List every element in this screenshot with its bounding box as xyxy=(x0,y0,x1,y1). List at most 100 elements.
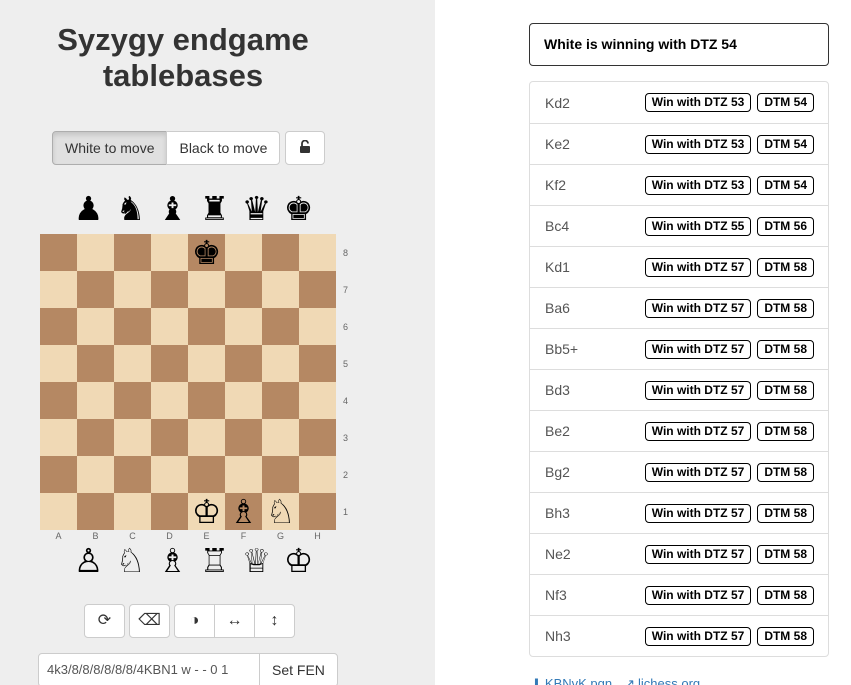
square-b1[interactable] xyxy=(77,493,114,530)
move-row[interactable]: Nh3 Win with DTZ 57 DTM 58 xyxy=(530,615,828,656)
move-row[interactable]: Bh3 Win with DTZ 57 DTM 58 xyxy=(530,492,828,533)
square-h7[interactable] xyxy=(299,271,336,308)
square-d1[interactable] xyxy=(151,493,188,530)
square-f2[interactable] xyxy=(225,456,262,493)
white-king-icon[interactable]: ♔ xyxy=(188,493,225,530)
square-b5[interactable] xyxy=(77,345,114,382)
white-bishop-icon[interactable]: ♗ xyxy=(225,493,262,530)
square-a3[interactable] xyxy=(40,419,77,456)
square-b6[interactable] xyxy=(77,308,114,345)
move-row[interactable]: Nf3 Win with DTZ 57 DTM 58 xyxy=(530,574,828,615)
square-e5[interactable] xyxy=(188,345,225,382)
white-to-move-button[interactable]: White to move xyxy=(52,131,168,165)
fen-input[interactable]: 4k3/8/8/8/8/8/8/4KBN1 w - - 0 1 xyxy=(38,653,260,685)
square-b7[interactable] xyxy=(77,271,114,308)
square-c7[interactable] xyxy=(114,271,151,308)
square-g7[interactable] xyxy=(262,271,299,308)
square-e1[interactable]: ♔ xyxy=(188,493,225,530)
move-row[interactable]: Ba6 Win with DTZ 57 DTM 58 xyxy=(530,287,828,328)
square-g1[interactable]: ♘ xyxy=(262,493,299,530)
square-a1[interactable] xyxy=(40,493,77,530)
square-d7[interactable] xyxy=(151,271,188,308)
square-e7[interactable] xyxy=(188,271,225,308)
move-row[interactable]: Ne2 Win with DTZ 57 DTM 58 xyxy=(530,533,828,574)
square-c2[interactable] xyxy=(114,456,151,493)
spare-white-king-icon[interactable]: ♔ xyxy=(280,542,317,579)
square-g3[interactable] xyxy=(262,419,299,456)
square-h3[interactable] xyxy=(299,419,336,456)
square-e8[interactable]: ♚ xyxy=(188,234,225,271)
white-knight-icon[interactable]: ♘ xyxy=(262,493,299,530)
black-king-icon[interactable]: ♚ xyxy=(188,234,225,271)
square-f4[interactable] xyxy=(225,382,262,419)
square-e4[interactable] xyxy=(188,382,225,419)
move-row[interactable]: Bb5+ Win with DTZ 57 DTM 58 xyxy=(530,328,828,369)
square-f6[interactable] xyxy=(225,308,262,345)
mirror-horizontal-button[interactable]: ↔ xyxy=(214,604,255,638)
move-row[interactable]: Bc4 Win with DTZ 55 DTM 56 xyxy=(530,205,828,246)
clear-board-button[interactable]: ⌫ xyxy=(129,604,170,638)
square-a7[interactable] xyxy=(40,271,77,308)
spare-white-queen-icon[interactable]: ♕ xyxy=(238,542,275,579)
square-h8[interactable] xyxy=(299,234,336,271)
square-a6[interactable] xyxy=(40,308,77,345)
lichess-link[interactable]: ↗ lichess.org xyxy=(624,676,700,685)
square-b4[interactable] xyxy=(77,382,114,419)
square-f7[interactable] xyxy=(225,271,262,308)
square-d3[interactable] xyxy=(151,419,188,456)
square-f3[interactable] xyxy=(225,419,262,456)
move-row[interactable]: Ke2 Win with DTZ 53 DTM 54 xyxy=(530,123,828,164)
move-row[interactable]: Bg2 Win with DTZ 57 DTM 58 xyxy=(530,451,828,492)
black-to-move-button[interactable]: Black to move xyxy=(166,131,281,165)
spare-white-knight-icon[interactable]: ♘ xyxy=(112,542,149,579)
square-d8[interactable] xyxy=(151,234,188,271)
spare-black-rook-icon[interactable]: ♜ xyxy=(196,190,233,227)
square-c6[interactable] xyxy=(114,308,151,345)
square-h4[interactable] xyxy=(299,382,336,419)
spare-black-bishop-icon[interactable]: ♝ xyxy=(154,190,191,227)
square-a8[interactable] xyxy=(40,234,77,271)
move-row[interactable]: Kd1 Win with DTZ 57 DTM 58 xyxy=(530,246,828,287)
square-d2[interactable] xyxy=(151,456,188,493)
move-row[interactable]: Kd2 Win with DTZ 53 DTM 54 xyxy=(530,82,828,123)
square-e6[interactable] xyxy=(188,308,225,345)
square-a4[interactable] xyxy=(40,382,77,419)
square-g4[interactable] xyxy=(262,382,299,419)
square-g5[interactable] xyxy=(262,345,299,382)
swap-colors-button[interactable]: ◑ xyxy=(174,604,215,638)
spare-black-queen-icon[interactable]: ♛ xyxy=(238,190,275,227)
flip-board-button[interactable]: ⟳ xyxy=(84,604,125,638)
mirror-vertical-button[interactable]: ↕ xyxy=(254,604,295,638)
spare-white-bishop-icon[interactable]: ♗ xyxy=(154,542,191,579)
square-e3[interactable] xyxy=(188,419,225,456)
square-f8[interactable] xyxy=(225,234,262,271)
square-b2[interactable] xyxy=(77,456,114,493)
square-c4[interactable] xyxy=(114,382,151,419)
spare-black-king-icon[interactable]: ♚ xyxy=(280,190,317,227)
move-row[interactable]: Kf2 Win with DTZ 53 DTM 54 xyxy=(530,164,828,205)
square-c5[interactable] xyxy=(114,345,151,382)
set-fen-button[interactable]: Set FEN xyxy=(259,653,338,685)
square-g8[interactable] xyxy=(262,234,299,271)
square-h1[interactable] xyxy=(299,493,336,530)
pgn-link[interactable]: ⬇ KBNvK.pgn xyxy=(531,676,612,685)
square-b3[interactable] xyxy=(77,419,114,456)
square-d6[interactable] xyxy=(151,308,188,345)
square-c1[interactable] xyxy=(114,493,151,530)
spare-white-rook-icon[interactable]: ♖ xyxy=(196,542,233,579)
square-h2[interactable] xyxy=(299,456,336,493)
square-d5[interactable] xyxy=(151,345,188,382)
square-h5[interactable] xyxy=(299,345,336,382)
move-row[interactable]: Bd3 Win with DTZ 57 DTM 58 xyxy=(530,369,828,410)
spare-black-knight-icon[interactable]: ♞ xyxy=(112,190,149,227)
square-c3[interactable] xyxy=(114,419,151,456)
square-g2[interactable] xyxy=(262,456,299,493)
square-g6[interactable] xyxy=(262,308,299,345)
square-a2[interactable] xyxy=(40,456,77,493)
square-a5[interactable] xyxy=(40,345,77,382)
square-d4[interactable] xyxy=(151,382,188,419)
unlock-button[interactable] xyxy=(285,131,325,165)
square-c8[interactable] xyxy=(114,234,151,271)
spare-white-pawn-icon[interactable]: ♙ xyxy=(70,542,107,579)
spare-black-pawn-icon[interactable]: ♟ xyxy=(70,190,107,227)
